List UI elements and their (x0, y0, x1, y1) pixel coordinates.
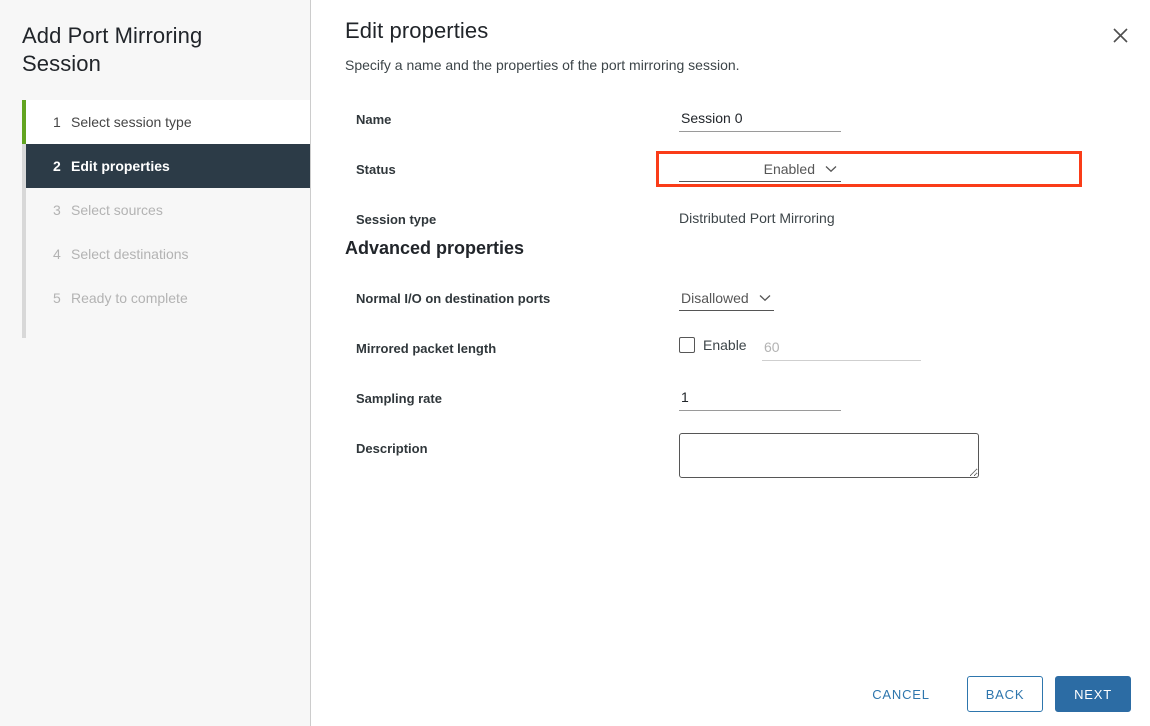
page-title: Edit properties (345, 18, 488, 44)
normal-io-dropdown[interactable]: Disallowed (679, 285, 774, 311)
properties-form: Name Status Enabled Session type (311, 100, 1150, 489)
form-row-description: Description (311, 429, 1150, 489)
description-label: Description (356, 441, 428, 456)
sidebar-item-edit-properties[interactable]: 2 Edit properties (26, 144, 310, 188)
step-number: 2 (53, 158, 71, 174)
sidebar-item-select-sources[interactable]: 3 Select sources (22, 188, 310, 232)
sidebar-item-select-destinations[interactable]: 4 Select destinations (22, 232, 310, 276)
close-icon[interactable] (1107, 22, 1133, 48)
chevron-down-icon (825, 160, 837, 178)
sidebar-item-select-session-type[interactable]: 1 Select session type (22, 100, 310, 144)
step-label: Ready to complete (71, 290, 188, 306)
step-number: 4 (53, 246, 71, 262)
name-input[interactable] (679, 106, 841, 132)
step-label: Select session type (71, 114, 192, 130)
sidebar-item-ready-to-complete[interactable]: 5 Ready to complete (22, 276, 310, 320)
status-selected-value: Enabled (764, 161, 815, 177)
advanced-properties-heading: Advanced properties (345, 238, 524, 259)
wizard-title: Add Port Mirroring Session (22, 22, 272, 78)
status-label: Status (356, 162, 396, 177)
description-textarea[interactable] (679, 433, 979, 478)
normal-io-label: Normal I/O on destination ports (356, 291, 550, 306)
normal-io-selected-value: Disallowed (681, 290, 749, 306)
wizard-footer: CANCEL BACK NEXT (311, 664, 1150, 726)
cancel-button[interactable]: CANCEL (855, 676, 947, 712)
status-dropdown[interactable]: Enabled (679, 156, 841, 182)
packet-length-enable-checkbox[interactable] (679, 337, 695, 353)
packet-length-input[interactable] (762, 335, 921, 361)
wizard-main-panel: Edit properties Specify a name and the p… (311, 0, 1150, 726)
sampling-rate-label: Sampling rate (356, 391, 442, 406)
form-row-sampling-rate: Sampling rate (311, 379, 1150, 429)
step-number: 5 (53, 290, 71, 306)
step-number: 1 (53, 114, 71, 130)
add-port-mirroring-session-wizard: Add Port Mirroring Session 1 Select sess… (0, 0, 1150, 726)
wizard-sidebar: Add Port Mirroring Session 1 Select sess… (0, 0, 311, 726)
wizard-step-list: 1 Select session type 2 Edit properties … (22, 100, 310, 320)
name-label: Name (356, 112, 391, 127)
sampling-rate-input[interactable] (679, 385, 841, 411)
form-row-mirrored-packet-length: Mirrored packet length Enable (311, 329, 1150, 379)
step-label: Select destinations (71, 246, 189, 262)
form-row-name: Name (311, 100, 1150, 150)
step-label: Edit properties (71, 158, 170, 174)
session-type-label: Session type (356, 212, 436, 227)
session-type-value: Distributed Port Mirroring (679, 210, 835, 226)
packet-length-enable-group: Enable (679, 337, 747, 353)
next-button[interactable]: NEXT (1055, 676, 1131, 712)
packet-length-enable-label: Enable (703, 337, 747, 353)
form-row-normal-io: Normal I/O on destination ports Disallow… (311, 279, 1150, 329)
page-subtitle: Specify a name and the properties of the… (345, 57, 740, 73)
back-button[interactable]: BACK (967, 676, 1043, 712)
mirrored-packet-length-label: Mirrored packet length (356, 341, 496, 356)
step-number: 3 (53, 202, 71, 218)
chevron-down-icon (759, 289, 771, 307)
form-row-status: Status Enabled (311, 150, 1150, 200)
step-label: Select sources (71, 202, 163, 218)
